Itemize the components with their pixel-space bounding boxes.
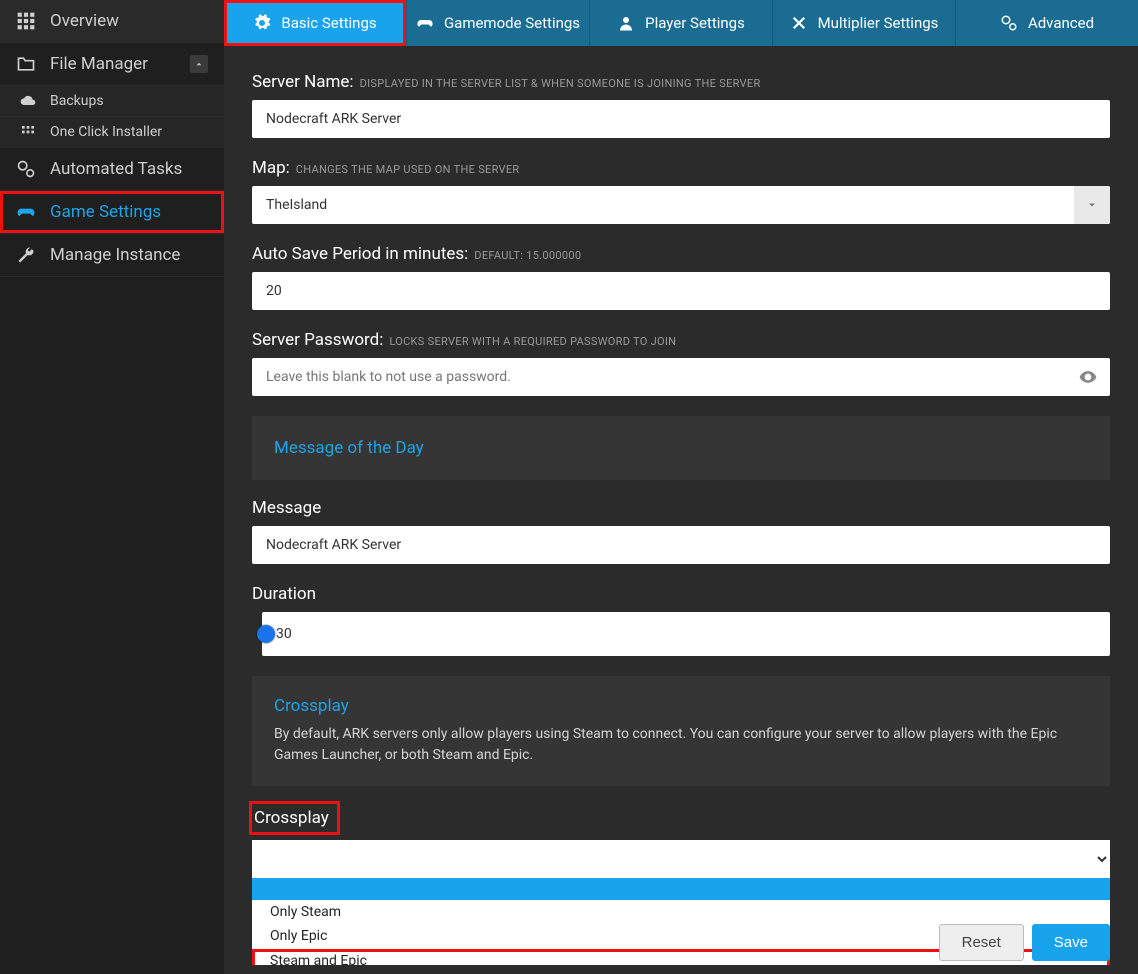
sidebar: Overview File Manager Backups One Click … bbox=[0, 0, 224, 974]
crossplay-label: Crossplay bbox=[252, 804, 337, 832]
sidebar-label: Manage Instance bbox=[50, 245, 180, 265]
server-name-label: Server Name:DISPLAYED IN THE SERVER LIST… bbox=[252, 72, 1110, 92]
crossplay-panel-title: Crossplay bbox=[274, 696, 1088, 716]
map-select[interactable] bbox=[252, 186, 1110, 224]
motd-title: Message of the Day bbox=[274, 438, 1088, 458]
tab-basic-settings[interactable]: Basic Settings bbox=[224, 0, 407, 46]
cloud-icon bbox=[20, 93, 36, 109]
gamepad-icon bbox=[416, 14, 434, 32]
message-label: Message bbox=[252, 498, 1110, 518]
sidebar-item-file-manager[interactable]: File Manager bbox=[0, 43, 224, 86]
gears-icon bbox=[1000, 14, 1018, 32]
reset-button[interactable]: Reset bbox=[939, 924, 1024, 961]
settings-content: Server Name:DISPLAYED IN THE SERVER LIST… bbox=[224, 46, 1138, 965]
crossplay-select[interactable] bbox=[252, 840, 1110, 878]
tab-label: Advanced bbox=[1028, 14, 1094, 32]
eye-icon[interactable] bbox=[1078, 367, 1098, 387]
tab-player-settings[interactable]: Player Settings bbox=[590, 0, 773, 46]
duration-label: Duration bbox=[252, 584, 1110, 604]
autosave-label: Auto Save Period in minutes:DEFAULT: 15.… bbox=[252, 244, 1110, 264]
sidebar-label: Overview bbox=[50, 11, 119, 31]
message-input[interactable] bbox=[252, 526, 1110, 564]
sidebar-item-game-settings[interactable]: Game Settings bbox=[0, 191, 224, 234]
tab-gamemode-settings[interactable]: Gamemode Settings bbox=[407, 0, 590, 46]
user-icon bbox=[617, 14, 635, 32]
grid-icon bbox=[16, 11, 36, 31]
sidebar-item-automated-tasks[interactable]: Automated Tasks bbox=[0, 148, 224, 191]
map-label: Map:CHANGES THE MAP USED ON THE SERVER bbox=[252, 158, 1110, 178]
collapse-caret-icon[interactable] bbox=[190, 55, 208, 73]
sidebar-label: File Manager bbox=[50, 54, 148, 74]
autosave-input[interactable] bbox=[252, 272, 1110, 310]
crossplay-option-only-steam[interactable]: Only Steam bbox=[252, 900, 1110, 924]
gears-icon bbox=[16, 159, 36, 179]
sidebar-label: One Click Installer bbox=[50, 124, 162, 140]
tab-advanced[interactable]: Advanced bbox=[956, 0, 1138, 46]
sidebar-label: Game Settings bbox=[50, 202, 161, 222]
sidebar-item-backups[interactable]: Backups bbox=[0, 86, 224, 117]
password-label: Server Password:LOCKS SERVER WITH A REQU… bbox=[252, 330, 1110, 350]
map-hint: CHANGES THE MAP USED ON THE SERVER bbox=[296, 163, 520, 176]
crossplay-option-blank[interactable] bbox=[252, 878, 1110, 900]
sidebar-label: Backups bbox=[50, 93, 104, 109]
crossplay-panel-desc: By default, ARK servers only allow playe… bbox=[274, 724, 1088, 766]
save-button[interactable]: Save bbox=[1032, 924, 1110, 961]
x-icon bbox=[790, 14, 808, 32]
sidebar-item-manage-instance[interactable]: Manage Instance bbox=[0, 234, 224, 277]
autosave-hint: DEFAULT: 15.000000 bbox=[474, 249, 581, 262]
password-input[interactable] bbox=[252, 358, 1110, 396]
tab-label: Player Settings bbox=[645, 14, 745, 32]
grid-small-icon bbox=[20, 124, 36, 140]
tab-label: Basic Settings bbox=[281, 14, 376, 32]
folder-icon bbox=[16, 54, 36, 74]
sidebar-label: Automated Tasks bbox=[50, 159, 182, 179]
crossplay-panel: Crossplay By default, ARK servers only a… bbox=[252, 676, 1110, 786]
gear-icon bbox=[253, 14, 271, 32]
footer-buttons: Reset Save bbox=[939, 924, 1110, 961]
sidebar-item-one-click[interactable]: One Click Installer bbox=[0, 117, 224, 148]
motd-panel: Message of the Day bbox=[252, 416, 1110, 480]
gamepad-icon bbox=[16, 202, 36, 222]
password-hint: LOCKS SERVER WITH A REQUIRED PASSWORD TO… bbox=[389, 335, 676, 348]
wrench-icon bbox=[16, 245, 36, 265]
server-name-input[interactable] bbox=[252, 100, 1110, 138]
sidebar-item-overview[interactable]: Overview bbox=[0, 0, 224, 43]
duration-input[interactable] bbox=[262, 612, 1110, 656]
tab-label: Gamemode Settings bbox=[444, 14, 580, 32]
main: Basic Settings Gamemode Settings Player … bbox=[224, 0, 1138, 974]
tab-label: Multiplier Settings bbox=[818, 14, 939, 32]
server-name-hint: DISPLAYED IN THE SERVER LIST & WHEN SOME… bbox=[360, 77, 761, 90]
settings-tabs: Basic Settings Gamemode Settings Player … bbox=[224, 0, 1138, 46]
tab-multiplier-settings[interactable]: Multiplier Settings bbox=[773, 0, 956, 46]
